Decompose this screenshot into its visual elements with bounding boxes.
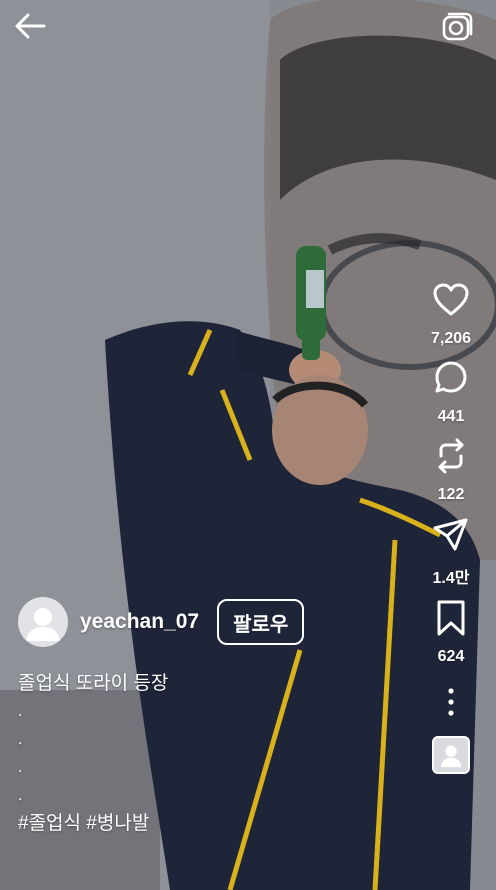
arrow-left-icon [15,13,46,39]
reels-viewer[interactable]: 7,206 441 122 1.4만 624 yeachan_07 팔로우 졸업… [0,0,496,890]
heart-icon [433,283,469,316]
follow-button[interactable]: 팔로우 [217,599,305,645]
save-count: 624 [437,648,465,665]
share-count: 1.4만 [432,570,470,587]
audio-avatar-icon [440,745,462,768]
author-row: yeachan_07 팔로우 [18,597,305,647]
caption-title: 졸업식 또라이 등장 [18,673,169,694]
more-options-button[interactable] [431,682,471,722]
caption-dot: . [18,759,23,776]
username[interactable]: yeachan_07 [80,610,199,634]
caption-hashtags[interactable]: #졸업식 #병나발 [18,810,318,838]
caption[interactable]: 졸업식 또라이 등장 . . . . #졸업식 #병나발 [18,670,318,838]
like-button[interactable]: 7,206 [418,280,484,348]
comment-icon [435,361,467,393]
comment-button[interactable]: 441 [418,358,484,426]
caption-dot: . [18,787,23,804]
action-rail: 7,206 441 122 1.4만 624 [418,280,484,774]
comment-count: 441 [437,408,465,425]
avatar[interactable] [18,597,68,647]
audio-button[interactable] [432,736,470,774]
save-button[interactable]: 624 [418,598,484,666]
repost-icon [438,438,464,474]
like-count: 7,206 [430,330,472,347]
repost-count: 122 [437,486,465,503]
camera-button[interactable] [440,10,474,44]
send-icon [433,518,468,551]
bookmark-icon [437,600,465,636]
caption-dot: . [18,703,23,720]
caption-dot: . [18,731,23,748]
more-vertical-icon [448,688,454,716]
repost-button[interactable]: 122 [418,436,484,504]
back-button[interactable] [12,8,48,44]
camera-icon [442,12,473,41]
share-button[interactable]: 1.4만 [418,514,484,588]
default-avatar-icon [26,608,60,641]
